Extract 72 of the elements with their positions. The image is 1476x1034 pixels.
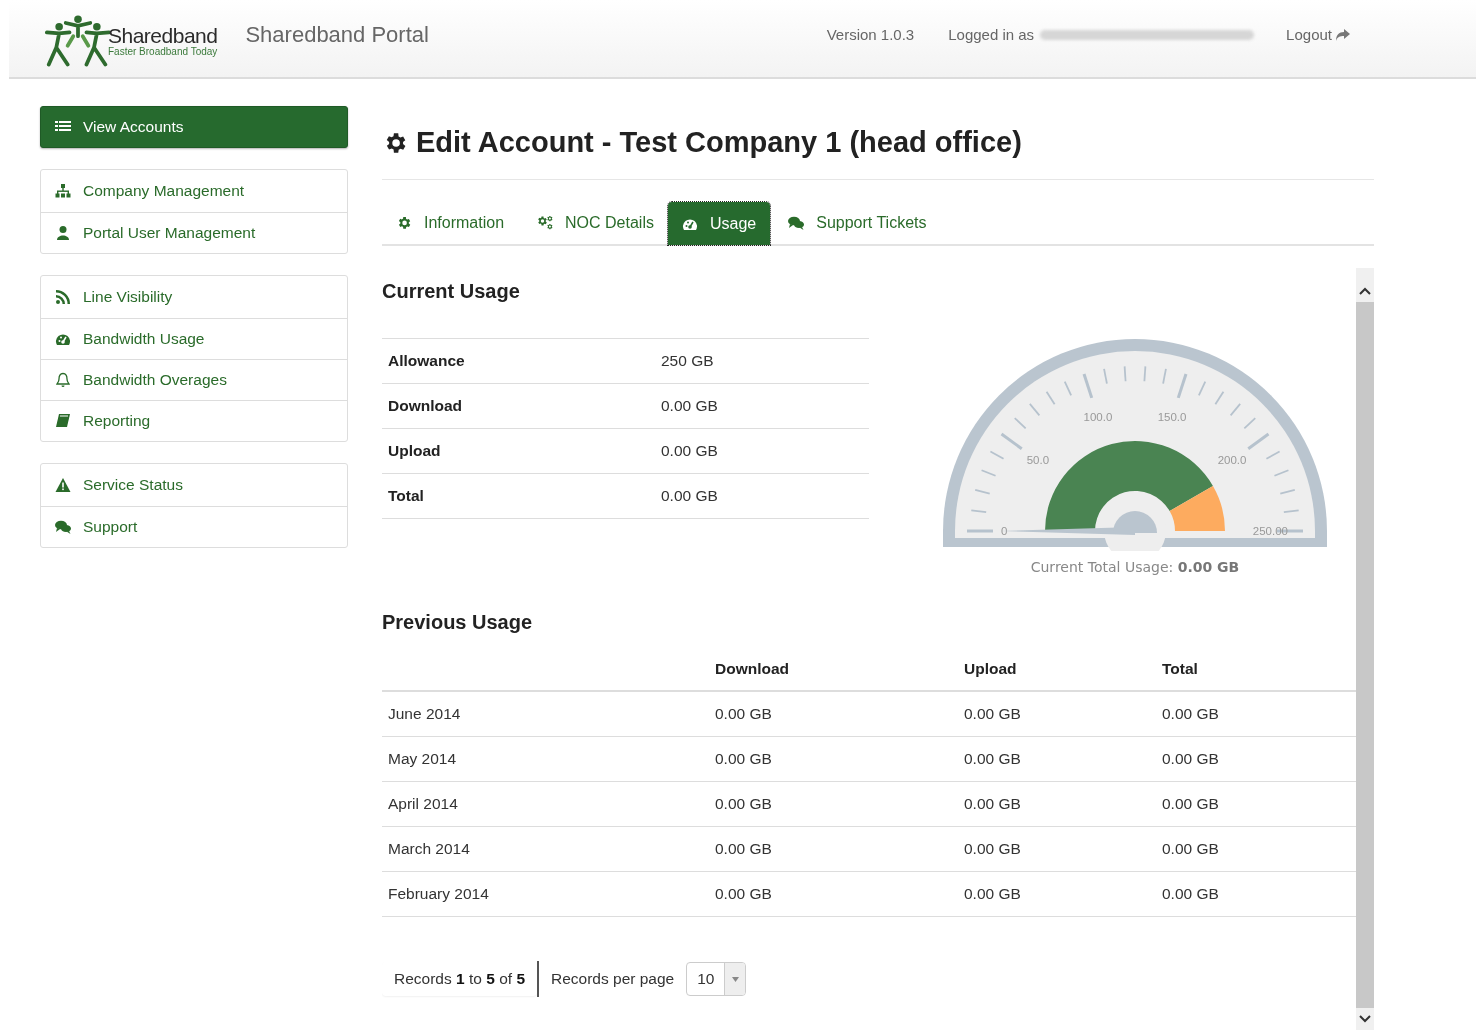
hierarchy-icon [55, 183, 71, 199]
logout-link[interactable]: Logout [1286, 26, 1351, 43]
table-cell: 0.00 GB [709, 871, 958, 917]
table-cell: 0.00 GB [655, 383, 869, 429]
sidebar-item[interactable]: Reporting [41, 400, 347, 441]
tab[interactable]: Support Tickets [774, 202, 941, 244]
sidebar-item[interactable]: Support [41, 506, 347, 547]
column-header: Download [709, 648, 958, 691]
records-per-page-label: Records per page [551, 970, 675, 988]
gear-icon [396, 215, 412, 231]
page-title: Edit Account - Test Company 1 (head office) [416, 126, 1022, 159]
table-cell: 0.00 GB [709, 826, 958, 872]
dashboard-icon [55, 331, 71, 347]
table-cell: Download [382, 383, 655, 429]
sidebar-item[interactable]: Bandwidth Overages [41, 359, 347, 400]
logged-in-label: Logged in as [948, 26, 1035, 43]
table-cell: 0.00 GB [958, 691, 1156, 737]
gauge-tick-label: 200.0 [1217, 454, 1247, 467]
table-cell: 0.00 GB [655, 428, 869, 474]
table-cell: 0.00 GB [958, 871, 1156, 917]
rss-icon [55, 289, 71, 305]
table-cell: April 2014 [382, 781, 709, 827]
book-icon [55, 413, 71, 429]
sidebar-item[interactable]: Company Management [41, 170, 347, 212]
column-header: Upload [958, 648, 1156, 691]
table-cell: 0.00 GB [958, 826, 1156, 872]
gauge-caption: Current Total Usage: 0.00 GB [1030, 559, 1240, 575]
table-cell: February 2014 [382, 871, 709, 917]
chat-bubbles-icon [55, 519, 71, 535]
chat-bubbles-icon [788, 215, 805, 231]
brand-tagline: Faster Broadband Today [108, 45, 218, 57]
tab[interactable]: Usage [667, 202, 771, 245]
table-cell: 0.00 GB [958, 736, 1156, 782]
table-cell: 0.00 GB [655, 473, 869, 519]
table-cell: 0.00 GB [958, 781, 1156, 827]
tab[interactable]: NOC Details [522, 202, 668, 244]
table-cell: March 2014 [382, 826, 709, 872]
table-cell: Allowance [382, 338, 655, 384]
brand-name: Sharedband [108, 24, 218, 46]
per-page-select[interactable]: 10 [686, 962, 747, 996]
portal-title: Sharedband Portal [245, 21, 429, 48]
sidebar-item[interactable]: Line Visibility [41, 276, 347, 318]
warning-icon [55, 477, 71, 493]
gauge-tick-label: 150.0 [1157, 410, 1187, 423]
section-heading: Previous Usage [382, 611, 534, 634]
table-cell: Upload [382, 428, 655, 474]
gauge-tick-label: 100.0 [1083, 410, 1113, 423]
table-cell: Total [382, 473, 655, 519]
version-label: Version 1.0.3 [826, 26, 915, 43]
scroll-up-icon[interactable] [1358, 286, 1372, 296]
sidebar-item[interactable]: Service Status [41, 464, 347, 506]
gauge-tick-label: 250.00 [1252, 525, 1288, 537]
table-cell: 250 GB [655, 338, 869, 384]
tab[interactable]: Information [396, 202, 519, 244]
sidebar-item[interactable]: View Accounts [40, 106, 348, 148]
section-heading: Current Usage [382, 280, 521, 303]
table-cell: June 2014 [382, 691, 709, 737]
sidebar-item[interactable]: Bandwidth Usage [41, 318, 347, 359]
gauge-tick-label: 50.0 [1026, 454, 1050, 467]
sidebar-item[interactable]: Portal User Management [41, 212, 347, 253]
table-cell: 0.00 GB [709, 691, 958, 737]
gauge-tick-label: 0 [1001, 525, 1008, 537]
table-cell: May 2014 [382, 736, 709, 782]
user-icon [55, 225, 71, 241]
scroll-down-icon[interactable] [1358, 1014, 1372, 1024]
gears-icon [536, 215, 554, 231]
share-arrow-icon [1335, 27, 1351, 42]
bell-icon [55, 372, 71, 388]
table-cell: 0.00 GB [709, 781, 958, 827]
table-cell: 0.00 GB [709, 736, 958, 782]
records-count: Records 1 to 5 of 5 [382, 962, 537, 996]
caret-icon [731, 976, 739, 982]
